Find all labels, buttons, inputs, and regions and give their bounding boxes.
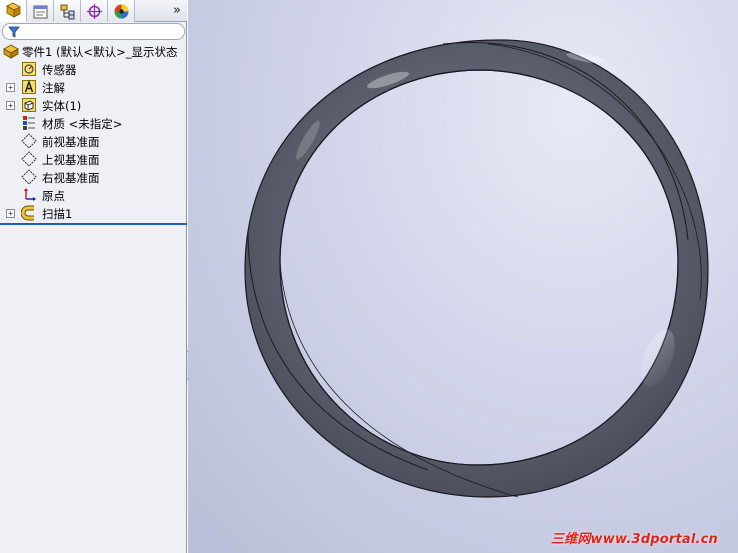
appearance-icon [114,4,128,18]
tree-item-right-plane[interactable]: 右视基准面 [0,168,187,186]
tree-filter-input[interactable] [2,23,185,40]
part-icon [3,43,19,59]
expand-toggle[interactable]: + [6,83,15,92]
tree-item-top-plane[interactable]: 上视基准面 [0,150,187,168]
display-manager-tab[interactable] [108,0,135,22]
tree-rollback-bar[interactable] [0,223,187,225]
tree-item-sensors[interactable]: 传感器 [0,60,187,78]
configuration-icon [60,4,74,19]
graphics-area[interactable]: 三维网www.3dportal.cn [188,0,738,553]
tree-item-solid-bodies[interactable]: + 实体(1) [0,96,187,114]
propertymanager-tab[interactable] [27,0,54,22]
material-icon [21,115,37,131]
tree-item-front-plane[interactable]: 前视基准面 [0,132,187,150]
twisted-ring-model[interactable] [188,0,738,553]
dimxpert-tab[interactable] [81,0,108,22]
tree-item-label: 右视基准面 [42,171,100,185]
tree-item-part[interactable]: 零件1 (默认<默认>_显示状态 [0,42,187,60]
plane-icon [21,133,37,149]
tree-item-label: 实体(1) [42,99,82,113]
tree-item-label: 传感器 [42,63,77,77]
property-icon [33,5,47,18]
dimxpert-icon [86,3,102,19]
tree-item-label: 上视基准面 [42,153,100,167]
tree-item-label: 前视基准面 [42,135,100,149]
configurationmanager-tab[interactable] [54,0,81,22]
tree-item-label: 注解 [42,81,65,95]
annotation-icon [21,79,37,95]
ring-outer-face [244,39,709,498]
origin-icon [21,187,37,203]
tree-item-label: 零件1 (默认<默认>_显示状态 [22,45,178,59]
expand-toggle[interactable]: + [6,101,15,110]
site-watermark: 三维网www.3dportal.cn [550,532,718,547]
tree-item-origin[interactable]: 原点 [0,186,187,204]
plane-icon [21,151,37,167]
tree-item-label: 扫描1 [42,207,73,221]
plane-icon [21,169,37,185]
tree-item-label: 材质 <未指定> [42,117,123,131]
more-tabs-button[interactable]: » [167,0,187,21]
sensor-icon [21,61,37,77]
tree-item-sweep[interactable]: + 扫描1 [0,204,187,222]
sweep-icon [21,205,37,221]
feature-tree-icon [5,2,21,18]
tree-item-annotations[interactable]: + 注解 [0,78,187,96]
tree-item-label: 原点 [42,189,65,203]
feature-manager-pane: » 零件1 (默认<默认>_显示状态 传感器 + 注解 + 实体(1) 材质 <… [0,0,187,553]
featuremanager-tab[interactable] [0,0,27,22]
tree-item-material[interactable]: 材质 <未指定> [0,114,187,132]
solid-body-icon [21,97,37,113]
expand-toggle[interactable]: + [6,209,15,218]
feature-manager-tab-strip: » [0,0,187,22]
filter-icon[interactable] [8,26,20,38]
